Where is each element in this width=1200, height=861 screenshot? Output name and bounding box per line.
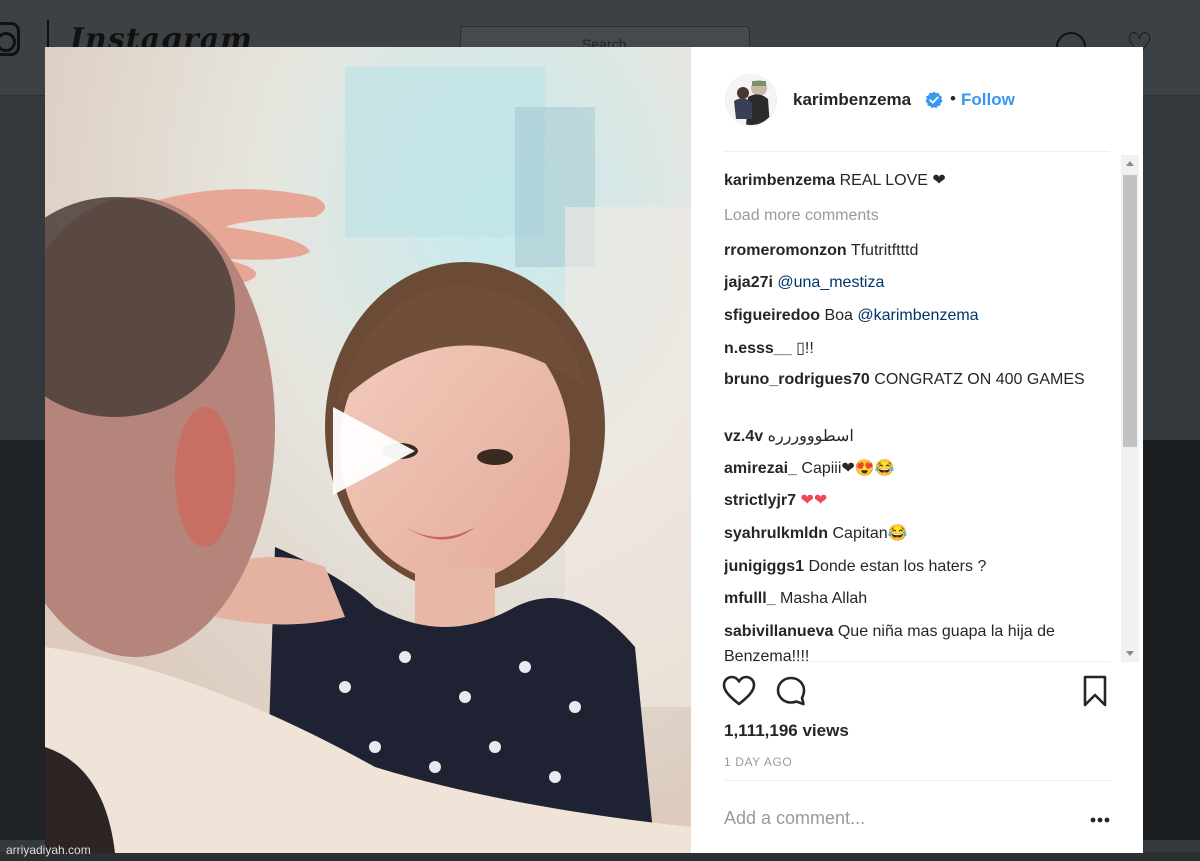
comment-item: strictlyjr7 ❤❤ bbox=[724, 488, 1096, 513]
post-side-panel: karimbenzema • Follow karimbenzema REAL … bbox=[691, 47, 1143, 853]
comment-item: rromeromonzon Tfutritftttd bbox=[724, 238, 1096, 263]
comment-text: Boa bbox=[824, 307, 853, 324]
action-bar bbox=[691, 671, 1143, 711]
load-more-comments-link[interactable]: Load more comments bbox=[724, 203, 1096, 228]
comment-text: اسطوووررره bbox=[767, 428, 854, 445]
comment-username[interactable]: mfulll_ bbox=[724, 590, 776, 607]
caption: karimbenzema REAL LOVE ❤ bbox=[724, 168, 1096, 193]
comment-username[interactable]: vz.4v bbox=[724, 428, 763, 445]
comment-text: Tfutritftttd bbox=[850, 242, 919, 259]
comments-scrollbar[interactable] bbox=[1121, 155, 1139, 662]
heart-icon[interactable] bbox=[722, 675, 756, 707]
comment-username[interactable]: amirezai_ bbox=[724, 460, 797, 477]
comment-username[interactable]: strictlyjr7 bbox=[724, 492, 796, 509]
comment-username[interactable]: bruno_rodrigues70 bbox=[724, 371, 870, 388]
comment-mention-link[interactable]: @karimbenzema bbox=[857, 307, 978, 324]
follow-button[interactable]: Follow bbox=[961, 90, 1015, 110]
comment-username[interactable]: junigiggs1 bbox=[724, 558, 804, 575]
comment-text: Capiii❤😍😂 bbox=[801, 460, 895, 477]
caption-text: REAL LOVE ❤ bbox=[839, 172, 946, 189]
post-timestamp[interactable]: 1 DAY AGO bbox=[724, 755, 792, 769]
post-header: karimbenzema • Follow bbox=[691, 47, 1143, 151]
comment-item: sabivillanueva Que niña mas guapa la hij… bbox=[724, 619, 1096, 662]
comment-item: jaja27i @una_mestiza bbox=[724, 270, 1096, 295]
caption-username[interactable]: karimbenzema bbox=[724, 172, 835, 189]
background-bottom-strip bbox=[0, 852, 1200, 861]
avatar-image bbox=[726, 75, 776, 125]
bookmark-icon[interactable] bbox=[1082, 675, 1108, 707]
comment-text: CONGRATZ ON 400 GAMES bbox=[874, 371, 1085, 388]
view-count[interactable]: 1,111,196 views bbox=[724, 721, 849, 741]
background-left-strip bbox=[0, 440, 46, 840]
comment-item: mfulll_ Masha Allah bbox=[724, 586, 1096, 611]
comment-item: vz.4v اسطوووررره bbox=[724, 424, 1096, 449]
comment-text: Capitan😂 bbox=[832, 525, 908, 542]
comment-text: ❤❤ bbox=[800, 492, 828, 509]
source-credit: arriyadiyah.com bbox=[6, 843, 91, 857]
comment-item: junigiggs1 Donde estan los haters ? bbox=[724, 554, 1096, 579]
comment-item: amirezai_ Capiii❤😍😂 bbox=[724, 456, 1096, 481]
comment-item: sfigueiredoo Boa @karimbenzema bbox=[724, 303, 1096, 328]
header-separator: • bbox=[950, 89, 956, 108]
comment-item: syahrulkmldn Capitan😂 bbox=[724, 521, 1096, 546]
scroll-down-arrow-icon[interactable] bbox=[1121, 644, 1139, 662]
comment-text: Masha Allah bbox=[780, 590, 868, 607]
comment-username[interactable]: n.esss__ bbox=[724, 340, 792, 357]
comment-text: Donde estan los haters ? bbox=[808, 558, 987, 575]
post-modal: karimbenzema • Follow karimbenzema REAL … bbox=[45, 47, 1143, 853]
verified-badge-icon bbox=[925, 91, 943, 109]
scrollbar-thumb[interactable] bbox=[1123, 175, 1137, 447]
scroll-up-arrow-icon[interactable] bbox=[1121, 155, 1139, 173]
post-username[interactable]: karimbenzema bbox=[793, 90, 911, 110]
comment-text: ▯!! bbox=[796, 340, 814, 357]
header-divider bbox=[724, 151, 1110, 152]
more-options-icon[interactable] bbox=[1089, 815, 1111, 825]
play-icon[interactable] bbox=[327, 403, 423, 499]
comment-username[interactable]: rromeromonzon bbox=[724, 242, 847, 259]
comments-divider bbox=[724, 661, 1110, 662]
comments-list[interactable]: karimbenzema REAL LOVE ❤ Load more comme… bbox=[724, 157, 1110, 662]
avatar[interactable] bbox=[725, 74, 777, 126]
add-comment-input[interactable]: Add a comment... bbox=[724, 808, 865, 829]
background-right-panel bbox=[1143, 440, 1200, 840]
comment-bubble-icon[interactable] bbox=[775, 675, 807, 707]
comment-item: n.esss__ ▯!! bbox=[724, 336, 1096, 361]
comment-mention-link[interactable]: @una_mestiza bbox=[777, 274, 884, 291]
post-video[interactable] bbox=[45, 47, 691, 853]
footer-divider bbox=[724, 780, 1110, 781]
comment-username[interactable]: jaja27i bbox=[724, 274, 773, 291]
comment-username[interactable]: syahrulkmldn bbox=[724, 525, 828, 542]
comment-username[interactable]: sfigueiredoo bbox=[724, 307, 820, 324]
comment-item: bruno_rodrigues70 CONGRATZ ON 400 GAMES bbox=[724, 367, 1096, 392]
comment-username[interactable]: sabivillanueva bbox=[724, 623, 833, 640]
instagram-camera-icon[interactable] bbox=[0, 22, 20, 56]
